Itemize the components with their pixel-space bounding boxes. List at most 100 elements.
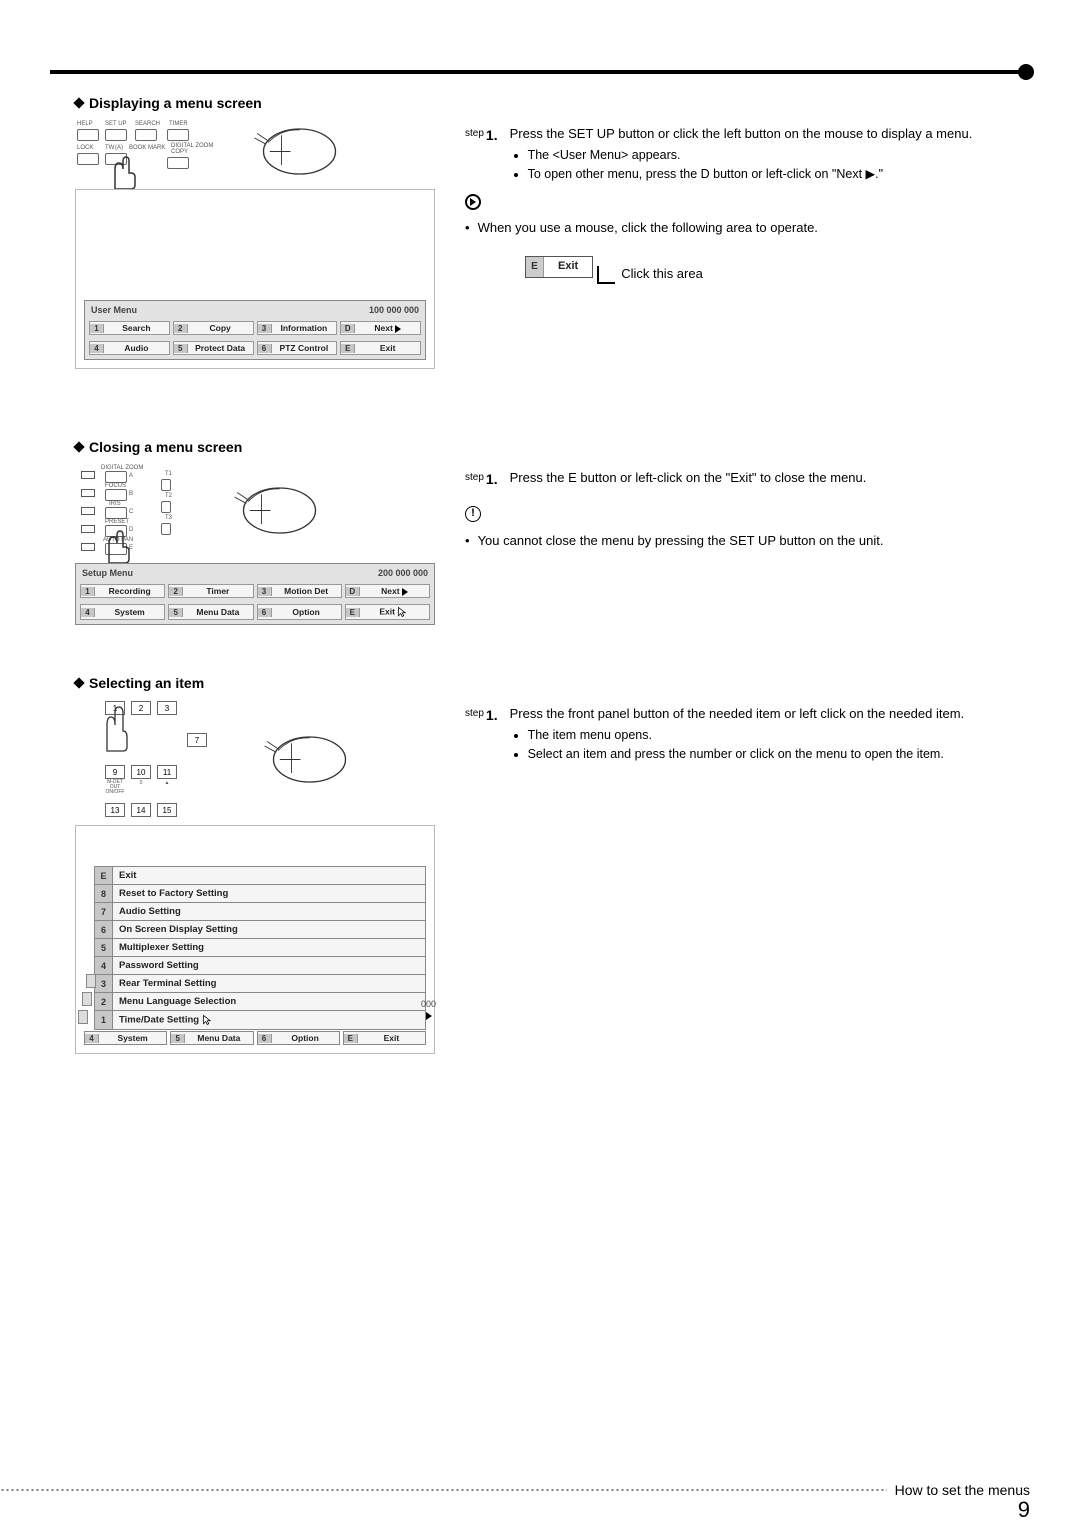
label-search: SEARCH <box>135 121 160 127</box>
btn-setup <box>105 129 127 141</box>
menu-item-information[interactable]: 3Information <box>257 321 338 335</box>
bottom-item-system[interactable]: 4System <box>84 1031 167 1045</box>
menu-item-next[interactable]: DNext <box>345 584 430 598</box>
bottom-item-exit[interactable]: EExit <box>343 1031 426 1045</box>
stack-item-time-date[interactable]: 1Time/Date Setting <box>94 1010 426 1030</box>
section-title: Selecting an item <box>75 675 435 691</box>
btn-copy <box>167 157 189 169</box>
key-13: 13 <box>105 803 125 817</box>
btn-lock <box>77 153 99 165</box>
bottom-item-option[interactable]: 6Option <box>257 1031 340 1045</box>
bottom-item-menu-data[interactable]: 5Menu Data <box>170 1031 253 1045</box>
mouse-diagram <box>225 480 325 540</box>
section-displaying: Displaying a menu screen HELP SET UP SEA… <box>75 95 1030 369</box>
step-1: step 1. Press the SET UP button or click… <box>465 125 1030 184</box>
key-15: 15 <box>157 803 177 817</box>
label-help: HELP <box>77 121 93 127</box>
menu-item-recording[interactable]: 1Recording <box>80 584 165 598</box>
key-11: 11 <box>157 765 177 779</box>
tip-text: When you use a mouse, click the followin… <box>478 219 818 238</box>
stack-item-audio[interactable]: 7Audio Setting <box>94 902 426 921</box>
menu-item-motion-det[interactable]: 3Motion Det <box>257 584 342 598</box>
mouse-diagram <box>255 729 355 789</box>
menu-title: Setup Menu <box>82 568 133 578</box>
label-b: B <box>129 491 133 497</box>
step-text: Press the E button or left-click on the … <box>510 470 867 485</box>
label-mdet: M-DETOUT ON/OFF <box>105 780 125 795</box>
page-footer: How to set the menus <box>0 1482 1030 1498</box>
stack-item-password[interactable]: 4Password Setting <box>94 956 426 975</box>
page-number: 9 <box>1018 1497 1030 1523</box>
section-title-text: Closing a menu screen <box>89 439 242 455</box>
step-sub-1: The item menu opens. <box>528 726 1030 744</box>
key-10: 10 <box>131 765 151 779</box>
hand-icon <box>101 151 141 191</box>
label-t2: T2 <box>165 493 172 499</box>
section-closing: Closing a menu screen DIGITAL ZOOM A FOC… <box>75 439 1030 625</box>
menu-item-next[interactable]: DNext <box>340 321 421 335</box>
btn-timer <box>167 129 189 141</box>
play-icon <box>395 325 401 333</box>
diamond-icon <box>73 97 84 108</box>
exit-caption: Click this area <box>615 259 703 284</box>
footer-dots <box>0 1489 887 1491</box>
step-text: Press the SET UP button or click the lef… <box>510 126 973 141</box>
menu-item-copy[interactable]: 2Copy <box>173 321 254 335</box>
menu-counter: 100 000 000 <box>369 305 419 315</box>
user-menu-bar: User Menu 100 000 000 1Search 2Copy 3Inf… <box>84 300 426 360</box>
footer-text: How to set the menus <box>895 1482 1030 1498</box>
step-label: step <box>465 125 484 142</box>
section-title-text: Displaying a menu screen <box>89 95 262 111</box>
step-number: 1. <box>486 705 498 725</box>
play-icon <box>402 588 408 596</box>
stack-item-rear-terminal[interactable]: 3Rear Terminal Setting <box>94 974 426 993</box>
label-setup: SET UP <box>105 121 127 127</box>
btn-search <box>135 129 157 141</box>
menu-item-exit[interactable]: EExit <box>345 604 430 620</box>
menu-item-timer[interactable]: 2Timer <box>168 584 253 598</box>
warning-text: You cannot close the menu by pressing th… <box>478 532 884 551</box>
section-title: Displaying a menu screen <box>75 95 435 111</box>
menu-item-exit[interactable]: EExit <box>340 341 421 355</box>
tip-arrow-icon <box>465 194 481 210</box>
front-panel-diagram: HELP SET UP SEARCH TIMER LOCK TW (A) BOO… <box>75 121 215 181</box>
label-0: 0 <box>131 780 151 795</box>
menu-title: User Menu <box>91 305 137 315</box>
menu-counter: 200 000 000 <box>378 568 428 578</box>
setup-menu-bar: Setup Menu 200 000 000 1Recording 2Timer… <box>75 563 435 625</box>
menu-item-menu-data[interactable]: 5Menu Data <box>168 604 253 620</box>
bullet-icon: • <box>465 219 470 238</box>
warning-icon: ! <box>465 506 481 522</box>
btn-help <box>77 129 99 141</box>
page-header-rule <box>50 70 1030 74</box>
menu-item-system[interactable]: 4System <box>80 604 165 620</box>
menu-item-audio[interactable]: 4Audio <box>89 341 170 355</box>
step-number: 1. <box>486 469 498 489</box>
stack-item-exit[interactable]: EExit <box>94 866 426 885</box>
stack-item-language[interactable]: 2Menu Language Selection <box>94 992 426 1011</box>
menu-item-ptz-control[interactable]: 6PTZ Control <box>257 341 338 355</box>
stack-item-multiplexer[interactable]: 5Multiplexer Setting <box>94 938 426 957</box>
step-text: Press the front panel button of the need… <box>510 706 965 721</box>
stack-item-reset[interactable]: 8Reset to Factory Setting <box>94 884 426 903</box>
play-icon <box>424 1007 432 1025</box>
label-t3: T3 <box>165 515 172 521</box>
step-sub-2: Select an item and press the number or c… <box>528 745 1030 763</box>
exit-key: E <box>526 257 544 277</box>
mouse-diagram <box>245 121 345 181</box>
menu-item-protect-data[interactable]: 5Protect Data <box>173 341 254 355</box>
key-9: 9 <box>105 765 125 779</box>
stack-item-osd[interactable]: 6On Screen Display Setting <box>94 920 426 939</box>
label-copy: COPY <box>171 149 188 155</box>
number-keys-diagram: 1 2 3 7 9 10 11 M-DETOUT O <box>75 701 225 817</box>
menu-item-option[interactable]: 6Option <box>257 604 342 620</box>
callout-line <box>597 266 615 284</box>
step-label: step <box>465 705 484 722</box>
label-up: ▲ <box>157 780 177 795</box>
exit-button-demo: E Exit Click this area <box>525 256 1030 284</box>
cascading-menu-preview: EExit 8Reset to Factory Setting 7Audio S… <box>75 825 435 1054</box>
step-label: step <box>465 469 484 486</box>
step-number: 1. <box>486 125 498 145</box>
menu-item-search[interactable]: 1Search <box>89 321 170 335</box>
key-3: 3 <box>157 701 177 715</box>
